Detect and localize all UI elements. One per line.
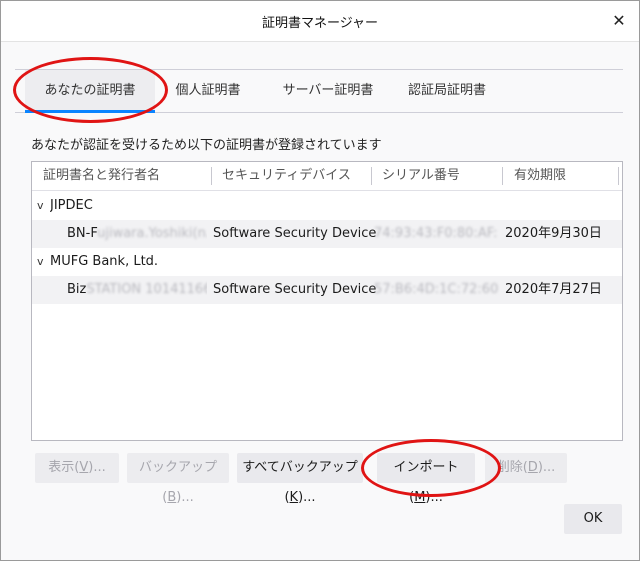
title-bar: 証明書マネージャー ✕ xyxy=(1,1,639,42)
column-header-expiry[interactable]: 有効期限 xyxy=(514,162,566,190)
table-row[interactable]: BN-Fujiwara.Yoshiki(n... Software Securi… xyxy=(32,220,622,248)
delete-button[interactable]: 削除(D)... xyxy=(485,453,567,483)
view-button[interactable]: 表示(V)... xyxy=(35,453,119,483)
table-row[interactable]: BizSTATION 10141166... Software Security… xyxy=(32,276,622,304)
dialog-title: 証明書マネージャー xyxy=(261,16,379,31)
redacted-text: ujiwara.Yoshiki(n... xyxy=(97,226,207,241)
import-button[interactable]: インポート(M)... xyxy=(377,453,475,505)
certificate-manager-dialog: 証明書マネージャー ✕ あなたの証明書 個人証明書 サーバー証明書 認証局証明書… xyxy=(0,0,640,561)
tab-your-certificates[interactable]: あなたの証明書 xyxy=(25,70,155,113)
expiry-date: 2020年9月30日 xyxy=(505,226,602,241)
column-header-serial[interactable]: シリアル番号 xyxy=(382,162,460,190)
column-separator[interactable] xyxy=(502,167,503,185)
group-row-mufg[interactable]: v MUFG Bank, Ltd. xyxy=(32,248,622,276)
backup-button[interactable]: バックアップ(B)... xyxy=(127,453,229,505)
expand-chevron-icon[interactable]: v xyxy=(37,248,44,276)
security-device: Software Security Device xyxy=(213,282,377,297)
tab-bar: あなたの証明書 個人証明書 サーバー証明書 認証局証明書 xyxy=(15,69,623,113)
tab-personal-certificates[interactable]: 個人証明書 xyxy=(163,70,253,112)
group-name: JIPDEC xyxy=(50,198,93,213)
tab-server-certificates[interactable]: サーバー証明書 xyxy=(271,70,385,112)
security-device: Software Security Device xyxy=(213,226,377,241)
expand-chevron-icon[interactable]: v xyxy=(37,192,44,220)
expiry-date: 2020年7月27日 xyxy=(505,282,602,297)
column-header-device[interactable]: セキュリティデバイス xyxy=(222,162,351,190)
group-name: MUFG Bank, Ltd. xyxy=(50,254,159,269)
column-separator[interactable] xyxy=(371,167,372,185)
description-text: あなたが認証を受けるため以下の証明書が登録されています xyxy=(31,138,382,153)
certificate-name: BN-Fujiwara.Yoshiki(n... xyxy=(67,220,207,248)
certificate-tree[interactable]: 証明書名と発行者名 セキュリティデバイス シリアル番号 有効期限 v JIPDE… xyxy=(31,161,623,441)
serial-number: 74:93:43:F0:80:AF:C... xyxy=(374,226,498,241)
tab-authority-certificates[interactable]: 認証局証明書 xyxy=(395,70,499,112)
backup-all-button[interactable]: すべてバックアップ(K)... xyxy=(237,453,363,505)
column-separator[interactable] xyxy=(211,167,212,185)
certificate-name: BizSTATION 10141166... xyxy=(67,276,207,304)
close-icon[interactable]: ✕ xyxy=(607,9,631,33)
table-header: 証明書名と発行者名 セキュリティデバイス シリアル番号 有効期限 xyxy=(32,162,622,191)
column-header-name[interactable]: 証明書名と発行者名 xyxy=(43,162,160,190)
serial-number: 57:B6:4D:1C:72:60:3... xyxy=(374,282,498,297)
group-row-jipdec[interactable]: v JIPDEC xyxy=(32,192,622,220)
column-separator[interactable] xyxy=(618,167,619,185)
ok-button[interactable]: OK xyxy=(564,504,622,534)
redacted-text: STATION 10141166... xyxy=(86,282,207,297)
